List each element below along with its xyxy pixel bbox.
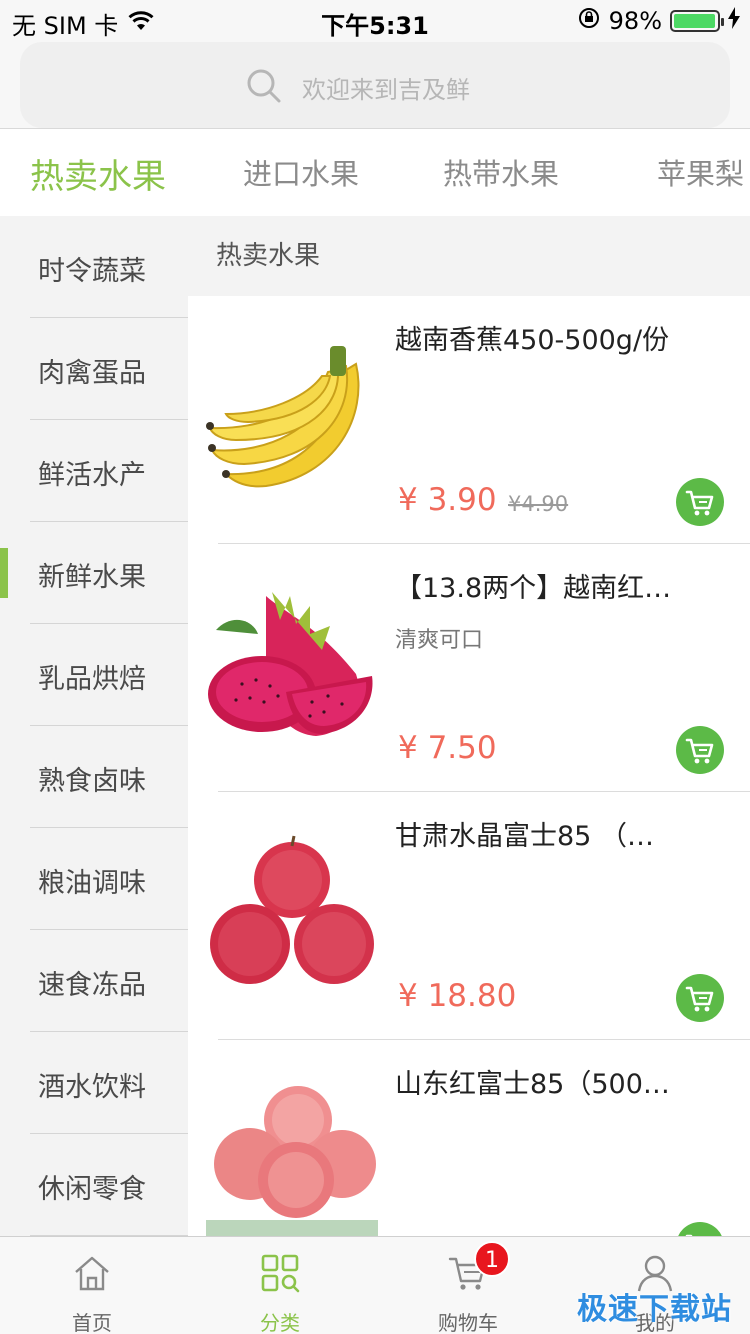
sidebar-item-meat-eggs[interactable]: 肉禽蛋品 [0,318,188,420]
add-to-cart-button[interactable] [676,478,724,526]
sidebar-item-label: 新鲜水果 [38,562,146,593]
charging-icon [728,7,740,35]
battery-icon [670,10,724,32]
add-to-cart-button[interactable] [676,726,724,774]
status-right: 98% [577,6,740,36]
product-description: 清爽可口 [395,628,484,653]
tab-home[interactable]: 首页 [32,1237,152,1334]
cart-icon [685,986,714,1012]
category-sidebar: 时令蔬菜 肉禽蛋品 鲜活水产 新鲜水果 乳品烘焙 熟食卤味 粮油调味 速食冻品 … [0,216,188,1236]
status-bar: 无 SIM 卡 下午5:31 98% [0,0,750,40]
sidebar-item-seafood[interactable]: 鲜活水产 [0,420,188,522]
product-list-panel[interactable]: 热卖水果 越南香蕉450-500g/份 ¥ 3.90 ¥4.90 【13.8两个… [188,216,750,1236]
product-name[interactable]: 山东红富士85（500… [395,1062,715,1101]
tab-apple-pear[interactable]: 苹果梨 [657,151,744,193]
banana-image[interactable] [206,336,378,508]
sidebar-item-drinks[interactable]: 酒水饮料 [0,1032,188,1134]
tab-label: 购物车 [438,1311,498,1334]
search-input[interactable]: 欢迎来到吉及鲜 [20,42,730,128]
sidebar-item-label: 肉禽蛋品 [38,358,146,389]
sidebar-item-label: 乳品烘焙 [38,664,146,695]
active-indicator [0,548,8,598]
battery-percent: 98% [608,7,662,35]
product-name[interactable]: 甘肃水晶富士85 （… [395,814,715,853]
sidebar-item-deli[interactable]: 熟食卤味 [0,726,188,828]
add-to-cart-button[interactable] [676,974,724,1022]
tab-imported-fruit[interactable]: 进口水果 [243,151,359,193]
sidebar-item-label: 酒水饮料 [38,1072,146,1103]
cart-icon [685,490,714,516]
product-name[interactable]: 越南香蕉450-500g/份 [395,318,715,357]
sidebar-item-label: 粮油调味 [38,868,146,899]
sidebar-item-dairy-bakery[interactable]: 乳品烘焙 [0,624,188,726]
product-price: ¥ 7.50 [398,730,497,766]
sidebar-item-grain-oil[interactable]: 粮油调味 [0,828,188,930]
sidebar-item-label: 休闲零食 [38,1174,146,1205]
tab-hot-fruit[interactable]: 热卖水果 [30,149,166,198]
tab-cart[interactable]: 1 购物车 [408,1237,528,1334]
tab-category[interactable]: 分类 [220,1237,340,1334]
home-icon [72,1253,112,1293]
product-item[interactable]: 【13.8两个】越南红… 清爽可口 ¥ 7.50 [188,544,750,792]
sidebar-item-label: 速食冻品 [38,970,146,1001]
orientation-lock-icon [577,6,601,36]
sidebar-item-label: 鲜活水产 [38,460,146,491]
sidebar-item-vegetables[interactable]: 时令蔬菜 [0,216,188,318]
sidebar-item-label: 熟食卤味 [38,766,146,797]
add-to-cart-button[interactable] [676,1222,724,1236]
section-title: 热卖水果 [188,216,750,296]
cart-badge: 1 [474,1241,510,1277]
tab-tropical-fruit[interactable]: 热带水果 [443,151,559,193]
apple-image[interactable] [206,1080,378,1236]
sidebar-item-fresh-fruit[interactable]: 新鲜水果 [0,522,188,624]
cart-icon [685,738,714,764]
dragon-fruit-image[interactable] [206,584,378,756]
sidebar-item-label: 时令蔬菜 [38,256,146,287]
category-top-tabs: 热卖水果 进口水果 热带水果 苹果梨 [0,128,750,216]
category-icon [260,1253,300,1293]
tab-label: 分类 [260,1311,300,1334]
cart-icon [685,1234,693,1236]
sidebar-item-frozen[interactable]: 速食冻品 [0,930,188,1032]
tab-label: 首页 [72,1311,112,1334]
sidebar-item-snacks[interactable]: 休闲零食 [0,1134,188,1236]
watermark-text: 极速下载站 [577,1292,732,1327]
search-placeholder: 欢迎来到吉及鲜 [302,76,470,104]
product-item[interactable]: 越南香蕉450-500g/份 ¥ 3.90 ¥4.90 [188,296,750,544]
product-item[interactable]: 山东红富士85（500… [188,1040,750,1236]
product-price: ¥ 3.90 [398,482,497,518]
product-original-price: ¥4.90 [508,492,569,516]
product-price: ¥ 18.80 [398,978,517,1014]
search-area: 欢迎来到吉及鲜 [0,40,750,128]
apple-image[interactable] [206,832,378,1004]
product-item[interactable]: 甘肃水晶富士85 （… ¥ 18.80 [188,792,750,1040]
search-icon [246,68,282,104]
product-name[interactable]: 【13.8两个】越南红… [395,566,715,605]
